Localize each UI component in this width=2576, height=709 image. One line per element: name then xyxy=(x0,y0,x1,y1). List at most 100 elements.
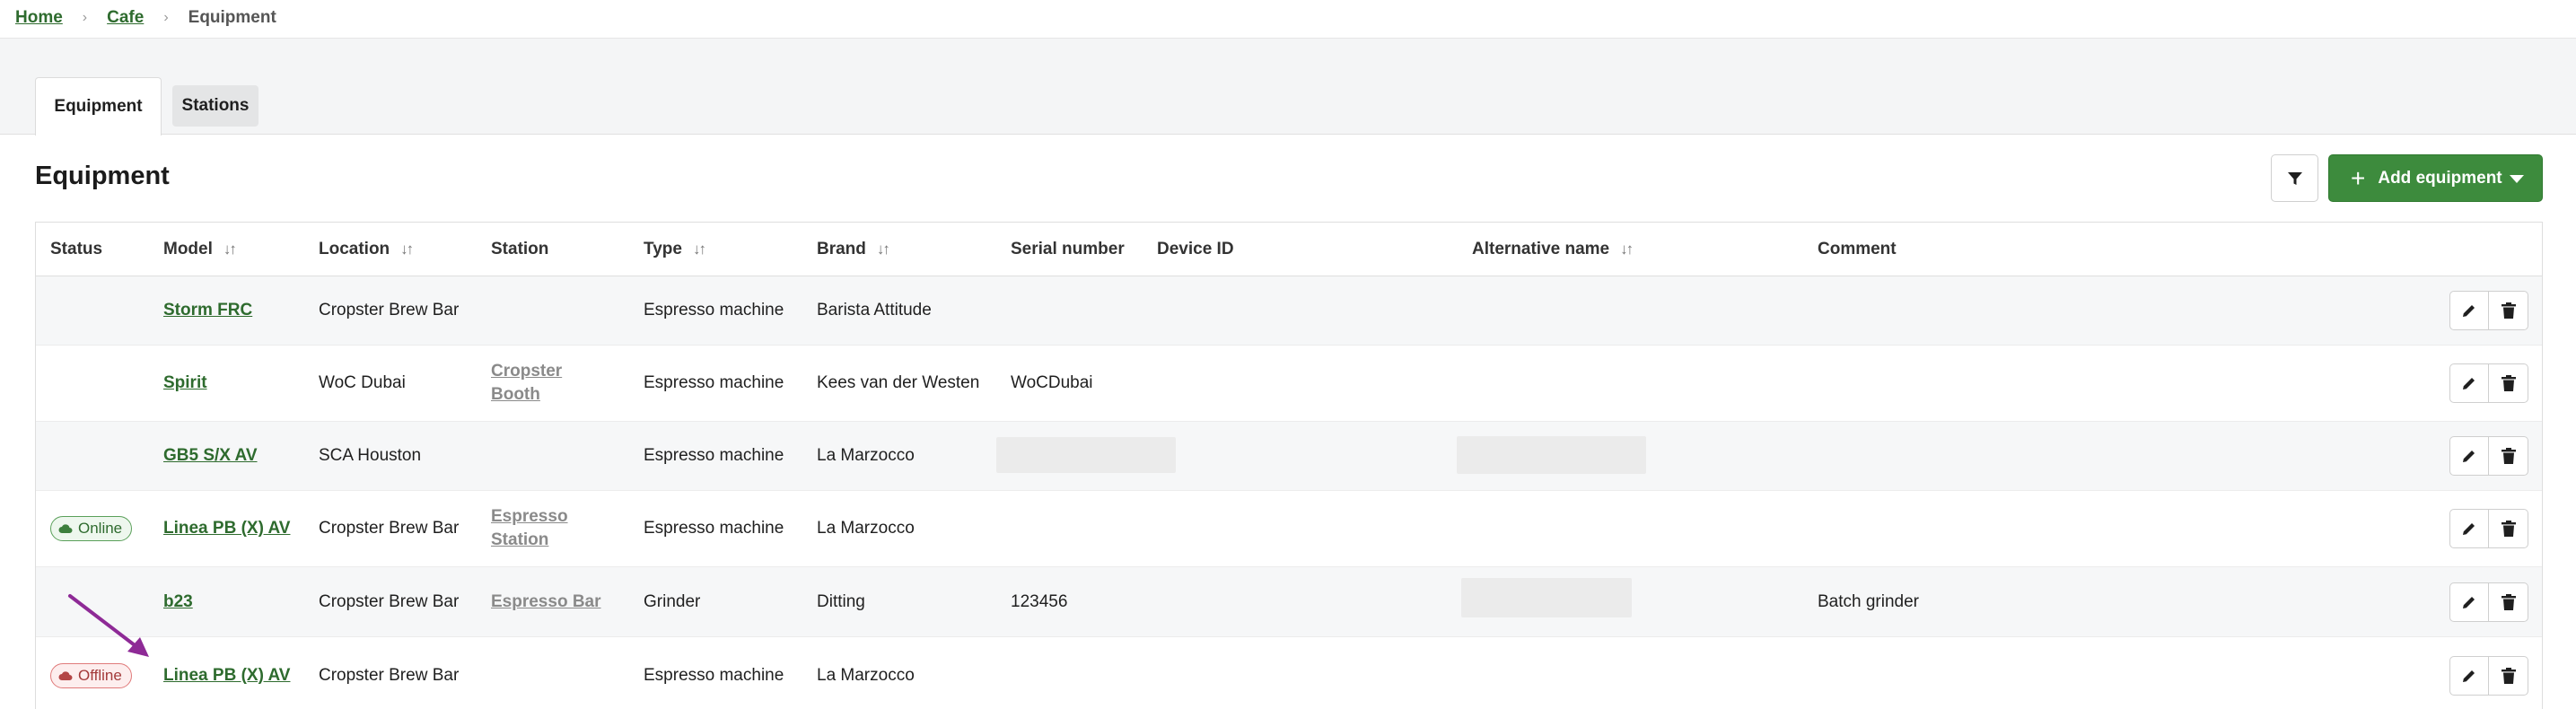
location-cell: Cropster Brew Bar xyxy=(319,301,460,319)
pencil-icon xyxy=(2463,305,2475,317)
status-badge-offline: Offline xyxy=(50,662,132,688)
brand-cell: La Marzocco xyxy=(817,665,915,685)
column-header-alt-name[interactable]: Alternative name ↓↑ xyxy=(1472,223,1634,276)
page-title: Equipment xyxy=(35,162,170,190)
model-link[interactable]: Linea PB (X) AV xyxy=(163,637,290,709)
delete-button[interactable] xyxy=(2489,363,2528,403)
serial-cell: WoCDubai xyxy=(1011,373,1093,392)
tabs-bar xyxy=(0,38,2576,135)
pencil-icon xyxy=(2463,670,2475,682)
equipment-table: Status Model ↓↑ Location ↓↑ Station Type ↓↑… xyxy=(35,222,2543,709)
trash-icon xyxy=(2501,667,2516,684)
loading-placeholder xyxy=(1461,578,1632,617)
trash-icon xyxy=(2501,302,2516,319)
type-cell: Espresso machine xyxy=(644,373,784,392)
row-actions xyxy=(2449,291,2528,330)
location-cell: Cropster Brew Bar xyxy=(319,519,460,538)
model-link[interactable]: GB5 S/X AV xyxy=(163,422,258,490)
trash-icon xyxy=(2501,593,2516,610)
column-header-device-id: Device ID xyxy=(1157,240,1234,258)
model-link[interactable]: Spirit xyxy=(163,346,207,421)
station-link[interactable]: Espresso Station xyxy=(491,491,590,566)
loading-placeholder xyxy=(996,437,1176,473)
type-cell: Espresso machine xyxy=(644,301,784,319)
trash-icon xyxy=(2501,448,2516,464)
breadcrumb-current: Equipment xyxy=(188,8,276,27)
location-cell: Cropster Brew Bar xyxy=(319,665,460,685)
row-actions xyxy=(2449,509,2528,548)
brand-cell: La Marzocco xyxy=(817,519,915,538)
breadcrumb-chevron-icon: › xyxy=(82,10,88,25)
sort-icon[interactable]: ↓↑ xyxy=(693,241,706,258)
plus-icon: + xyxy=(2351,163,2366,192)
table-row: Online Linea PB (X) AV Cropster Brew Bar… xyxy=(36,491,2542,567)
row-actions xyxy=(2449,582,2528,622)
delete-button[interactable] xyxy=(2489,436,2528,476)
delete-button[interactable] xyxy=(2489,509,2528,548)
delete-button[interactable] xyxy=(2489,655,2528,696)
table-row: Storm FRC Cropster Brew Bar Espresso mac… xyxy=(36,276,2542,346)
type-cell: Espresso machine xyxy=(644,446,784,465)
chevron-down-icon[interactable] xyxy=(2510,175,2524,183)
sort-icon[interactable]: ↓↑ xyxy=(400,241,414,258)
column-header-status: Status xyxy=(50,240,103,258)
delete-button[interactable] xyxy=(2489,291,2528,330)
type-cell: Espresso machine xyxy=(644,665,784,685)
breadcrumb: Home › Cafe › Equipment xyxy=(15,4,276,32)
table-row: GB5 S/X AV SCA Houston Espresso machine … xyxy=(36,422,2542,491)
column-header-brand[interactable]: Brand ↓↑ xyxy=(817,223,890,276)
station-link[interactable]: Cropster Booth xyxy=(491,346,599,421)
cloud-icon xyxy=(58,524,73,533)
add-equipment-button[interactable]: + Add equipment xyxy=(2328,154,2543,202)
breadcrumb-chevron-icon: › xyxy=(163,10,169,25)
type-cell: Espresso machine xyxy=(644,519,784,538)
column-header-model[interactable]: Model ↓↑ xyxy=(163,223,237,276)
column-header-station: Station xyxy=(491,240,549,258)
table-header: Status Model ↓↑ Location ↓↑ Station Type ↓↑… xyxy=(36,223,2542,276)
sort-icon[interactable]: ↓↑ xyxy=(1620,241,1634,258)
station-link[interactable]: Espresso Bar xyxy=(491,567,601,636)
brand-cell: Ditting xyxy=(817,591,865,611)
breadcrumb-home-link[interactable]: Home xyxy=(15,8,63,28)
row-actions xyxy=(2449,436,2528,476)
trash-icon xyxy=(2501,521,2516,537)
model-link[interactable]: b23 xyxy=(163,567,193,636)
row-actions xyxy=(2449,363,2528,403)
row-actions xyxy=(2449,655,2528,696)
breadcrumb-cafe-link[interactable]: Cafe xyxy=(107,8,144,28)
edit-button[interactable] xyxy=(2449,363,2489,403)
annotation-arrow-icon xyxy=(68,594,149,657)
filter-button[interactable] xyxy=(2271,154,2318,202)
add-equipment-label: Add equipment xyxy=(2378,168,2502,188)
column-header-serial: Serial number xyxy=(1011,240,1125,258)
model-link[interactable]: Storm FRC xyxy=(163,276,252,345)
filter-icon xyxy=(2287,171,2302,185)
location-cell: SCA Houston xyxy=(319,446,422,465)
status-cell: Online xyxy=(50,491,133,566)
tab-stations[interactable]: Stations xyxy=(172,85,258,127)
column-header-comment: Comment xyxy=(1818,240,1897,258)
sort-icon[interactable]: ↓↑ xyxy=(223,241,237,258)
delete-button[interactable] xyxy=(2489,582,2528,622)
pencil-icon xyxy=(2463,523,2475,535)
cloud-off-icon xyxy=(58,670,73,680)
edit-button[interactable] xyxy=(2449,582,2489,622)
loading-placeholder xyxy=(1457,436,1646,474)
edit-button[interactable] xyxy=(2449,509,2489,548)
brand-cell: La Marzocco xyxy=(817,446,915,465)
model-link[interactable]: Linea PB (X) AV xyxy=(163,491,290,566)
serial-cell: 123456 xyxy=(1011,591,1068,611)
brand-cell: Kees van der Westen xyxy=(817,373,980,392)
pencil-icon xyxy=(2463,378,2475,390)
edit-button[interactable] xyxy=(2449,655,2489,696)
column-header-type[interactable]: Type ↓↑ xyxy=(644,223,706,276)
tab-equipment[interactable]: Equipment xyxy=(35,77,162,136)
edit-button[interactable] xyxy=(2449,291,2489,330)
table-row: Offline Linea PB (X) AV Cropster Brew Ba… xyxy=(36,637,2542,709)
table-row: Spirit WoC Dubai Cropster Booth Espresso… xyxy=(36,346,2542,422)
sort-icon[interactable]: ↓↑ xyxy=(877,241,890,258)
brand-cell: Barista Attitude xyxy=(817,301,932,319)
column-header-location[interactable]: Location ↓↑ xyxy=(319,223,414,276)
edit-button[interactable] xyxy=(2449,436,2489,476)
location-cell: Cropster Brew Bar xyxy=(319,591,460,611)
